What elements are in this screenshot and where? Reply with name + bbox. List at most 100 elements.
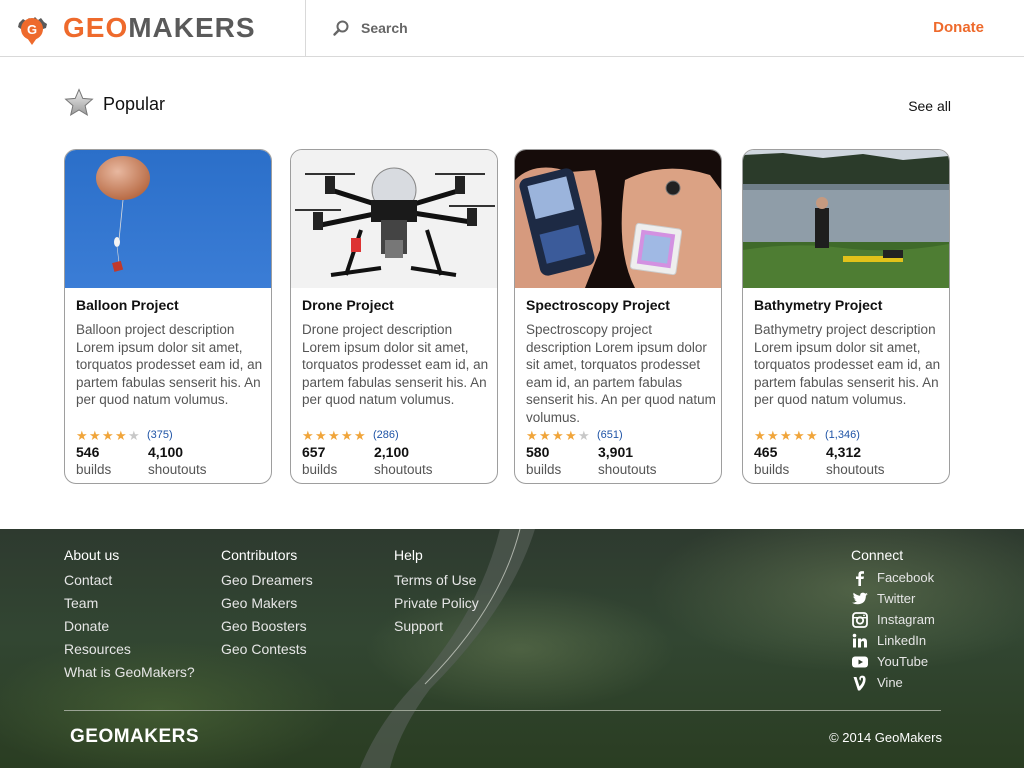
- shoutouts-label: shoutouts: [374, 462, 433, 477]
- star-filled-icon: ★: [806, 427, 818, 443]
- balloon-project-image: [65, 150, 271, 288]
- footer-link-private-policy[interactable]: Private Policy: [394, 592, 479, 615]
- footer-link-geo-contests[interactable]: Geo Contests: [221, 638, 313, 661]
- star-filled-icon: ★: [754, 427, 766, 443]
- project-card[interactable]: Spectroscopy Project Spectroscopy projec…: [514, 149, 722, 484]
- footer-help-column: Help Terms of Use Private Policy Support: [394, 547, 479, 638]
- rating-count[interactable]: (651): [597, 429, 623, 441]
- builds-label: builds: [526, 462, 562, 477]
- shoutouts-count: 4,100: [148, 444, 184, 460]
- star-filled-icon: ★: [315, 427, 327, 443]
- card-title[interactable]: Bathymetry Project: [754, 297, 882, 313]
- star-filled-icon: ★: [76, 427, 88, 443]
- star-filled-icon: ★: [552, 427, 564, 443]
- linkedin-icon: [852, 633, 867, 647]
- star-rating-icon: ★ ★ ★ ★ ★: [526, 429, 591, 442]
- social-label: Facebook: [877, 570, 935, 585]
- wordmark-geo: GEO: [63, 12, 129, 43]
- search-placeholder: Search: [361, 20, 408, 36]
- card-description: Balloon project description Lorem ipsum …: [76, 322, 263, 407]
- shoutouts-label: shoutouts: [826, 462, 885, 477]
- social-link-twitter[interactable]: Twitter: [851, 588, 935, 609]
- geomakers-logo-icon: G: [18, 17, 47, 45]
- brand-wordmark: GEOMAKERS: [63, 13, 256, 43]
- footer-link-donate[interactable]: Donate: [64, 615, 195, 638]
- star-rating-icon: ★ ★ ★ ★ ★: [76, 429, 141, 442]
- rating: ★ ★ ★ ★ ★ (286): [302, 428, 399, 442]
- rating: ★ ★ ★ ★ ★ (651): [526, 428, 623, 442]
- copyright-text: © 2014 GeoMakers: [829, 730, 942, 745]
- card-title[interactable]: Drone Project: [302, 297, 394, 313]
- footer-connect-heading: Connect: [851, 547, 904, 563]
- star-filled-icon: ★: [793, 427, 805, 443]
- builds-count: 465: [754, 444, 778, 460]
- card-description: Spectroscopy project description Lorem i…: [526, 322, 716, 425]
- shoutouts-label: shoutouts: [148, 462, 207, 477]
- shoutouts-label: shoutouts: [598, 462, 657, 477]
- footer-link-geo-makers[interactable]: Geo Makers: [221, 592, 313, 615]
- footer-link-resources[interactable]: Resources: [64, 638, 195, 661]
- social-link-instagram[interactable]: Instagram: [851, 609, 935, 630]
- search-box[interactable]: Search: [332, 16, 408, 40]
- builds-label: builds: [76, 462, 112, 477]
- social-label: LinkedIn: [877, 633, 927, 648]
- footer-link-what-is-geomakers[interactable]: What is GeoMakers?: [64, 661, 195, 684]
- shoutouts-count: 4,312: [826, 444, 862, 460]
- project-card[interactable]: Bathymetry Project Bathymetry project de…: [742, 149, 950, 484]
- star-filled-icon: ★: [89, 427, 101, 443]
- twitter-icon: [852, 592, 868, 604]
- card-title[interactable]: Spectroscopy Project: [526, 297, 670, 313]
- card-description: Drone project description Lorem ipsum do…: [302, 322, 489, 407]
- star-filled-icon: ★: [780, 427, 792, 443]
- star-filled-icon: ★: [328, 427, 340, 443]
- star-filled-icon: ★: [565, 427, 577, 443]
- footer-link-geo-dreamers[interactable]: Geo Dreamers: [221, 569, 313, 592]
- social-label: Vine: [877, 675, 903, 690]
- star-rating-icon: ★ ★ ★ ★ ★: [754, 429, 819, 442]
- footer-logo[interactable]: GEOMAKERS: [70, 726, 199, 748]
- instagram-icon: [852, 611, 868, 628]
- footer-about-heading: About us: [64, 547, 120, 563]
- popular-section-header: Popular See all: [64, 88, 951, 120]
- social-link-vine[interactable]: Vine: [851, 672, 935, 693]
- rating: ★ ★ ★ ★ ★ (1,346): [754, 428, 860, 442]
- social-link-linkedin[interactable]: LinkedIn: [851, 630, 935, 651]
- wordmark-makers: MAKERS: [128, 12, 256, 43]
- svg-text:G: G: [27, 22, 37, 37]
- footer-divider: [64, 710, 941, 711]
- builds-count: 657: [302, 444, 326, 460]
- site-footer: About us Contact Team Donate Resources W…: [0, 529, 1024, 768]
- vine-icon: [853, 675, 866, 690]
- facebook-icon: [856, 570, 864, 586]
- footer-link-team[interactable]: Team: [64, 592, 195, 615]
- see-all-link[interactable]: See all: [908, 98, 951, 114]
- brand-area[interactable]: G GEOMAKERS: [0, 0, 306, 56]
- project-card[interactable]: Balloon Project Balloon project descript…: [64, 149, 272, 484]
- shoutouts-count: 3,901: [598, 444, 634, 460]
- footer-contributors-heading: Contributors: [221, 547, 298, 563]
- social-link-youtube[interactable]: YouTube: [851, 651, 935, 672]
- donate-link[interactable]: Donate: [933, 19, 984, 36]
- star-filled-icon: ★: [102, 427, 114, 443]
- star-filled-icon: ★: [302, 427, 314, 443]
- footer-link-geo-boosters[interactable]: Geo Boosters: [221, 615, 313, 638]
- footer-link-terms-of-use[interactable]: Terms of Use: [394, 569, 479, 592]
- rating: ★ ★ ★ ★ ★ (375): [76, 428, 173, 442]
- star-filled-icon: ★: [354, 427, 366, 443]
- builds-count: 580: [526, 444, 550, 460]
- card-title[interactable]: Balloon Project: [76, 297, 179, 313]
- rating-count[interactable]: (1,346): [825, 429, 860, 441]
- footer-link-support[interactable]: Support: [394, 615, 479, 638]
- star-filled-icon: ★: [115, 427, 127, 443]
- drone-project-image: [291, 150, 497, 288]
- footer-link-contact[interactable]: Contact: [64, 569, 195, 592]
- rating-count[interactable]: (286): [373, 429, 399, 441]
- social-label: Instagram: [877, 612, 935, 627]
- rating-count[interactable]: (375): [147, 429, 173, 441]
- star-rating-icon: ★ ★ ★ ★ ★: [302, 429, 367, 442]
- project-card[interactable]: Drone Project Drone project description …: [290, 149, 498, 484]
- social-link-facebook[interactable]: Facebook: [851, 567, 935, 588]
- bathymetry-project-image: [743, 150, 949, 288]
- star-filled-icon: ★: [767, 427, 779, 443]
- builds-count: 546: [76, 444, 100, 460]
